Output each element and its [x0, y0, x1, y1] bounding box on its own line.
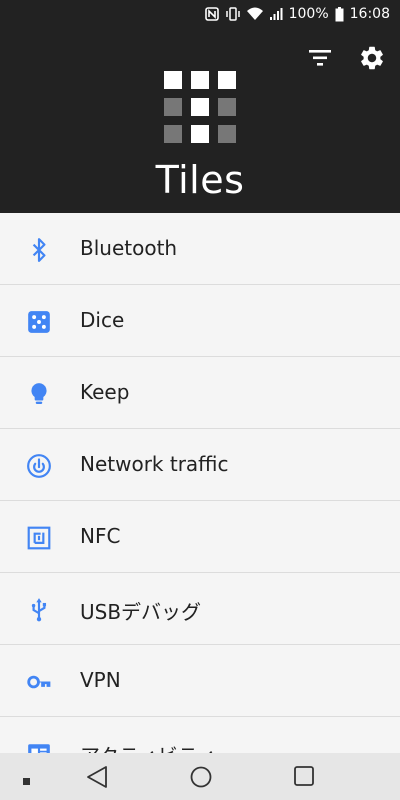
- back-icon: [87, 766, 107, 788]
- lightbulb-icon: [31, 383, 47, 404]
- recents-icon: [294, 766, 314, 786]
- usb-icon: [31, 598, 47, 622]
- tile-label: NFC: [80, 524, 121, 548]
- wifi-icon: [246, 7, 263, 21]
- recents-button[interactable]: [293, 765, 315, 791]
- tile-item-network-traffic[interactable]: Network traffic: [0, 429, 400, 501]
- settings-gear-icon: [361, 46, 383, 70]
- app-title: Tiles: [155, 158, 245, 202]
- status-bar: 100% 16:08: [204, 4, 390, 24]
- tile-label: VPN: [80, 668, 121, 692]
- home-button[interactable]: [189, 765, 213, 793]
- tile-label: USBデバッグ: [80, 600, 202, 624]
- nav-extra-button[interactable]: [22, 772, 32, 791]
- app-header: 100% 16:08 Tiles: [0, 0, 400, 213]
- tile-item-keep[interactable]: Keep: [0, 357, 400, 429]
- navigation-bar: [0, 753, 400, 800]
- tile-item-usb-debug[interactable]: USBデバッグ: [0, 573, 400, 645]
- dice-icon: [28, 311, 50, 333]
- nfc-icon: [27, 526, 51, 550]
- tile-item-bluetooth[interactable]: Bluetooth: [0, 213, 400, 285]
- home-icon: [190, 766, 212, 788]
- settings-button[interactable]: [358, 44, 386, 72]
- tile-list: Bluetooth Dice Keep Network traffic NFC …: [0, 213, 400, 753]
- filter-button[interactable]: [306, 46, 334, 70]
- network-traffic-icon: [27, 454, 51, 478]
- battery-icon: [335, 6, 344, 22]
- nfc-status-icon: [204, 7, 219, 21]
- tile-item-activity[interactable]: アクティビティ: [0, 717, 400, 753]
- screen: 100% 16:08 Tiles Bluetooth Dice Keep Net…: [0, 0, 400, 800]
- tile-label: Network traffic: [80, 452, 229, 476]
- tile-item-vpn[interactable]: VPN: [0, 645, 400, 717]
- activity-icon: [28, 744, 50, 753]
- back-button[interactable]: [86, 765, 108, 793]
- tile-item-nfc[interactable]: NFC: [0, 501, 400, 573]
- vibrate-icon: [225, 7, 241, 21]
- battery-percent: 100%: [288, 6, 329, 22]
- clock: 16:08: [349, 6, 390, 22]
- filter-icon: [309, 50, 331, 66]
- app-logo: [164, 71, 236, 143]
- signal-icon: [269, 7, 283, 21]
- tile-item-dice[interactable]: Dice: [0, 285, 400, 357]
- tile-label: アクティビティ: [80, 740, 217, 753]
- tile-label: Bluetooth: [80, 236, 178, 260]
- tile-label: Dice: [80, 308, 125, 332]
- bluetooth-icon: [32, 238, 46, 262]
- tile-label: Keep: [80, 380, 130, 404]
- key-icon: [27, 675, 51, 689]
- square-dot-icon: [23, 778, 30, 785]
